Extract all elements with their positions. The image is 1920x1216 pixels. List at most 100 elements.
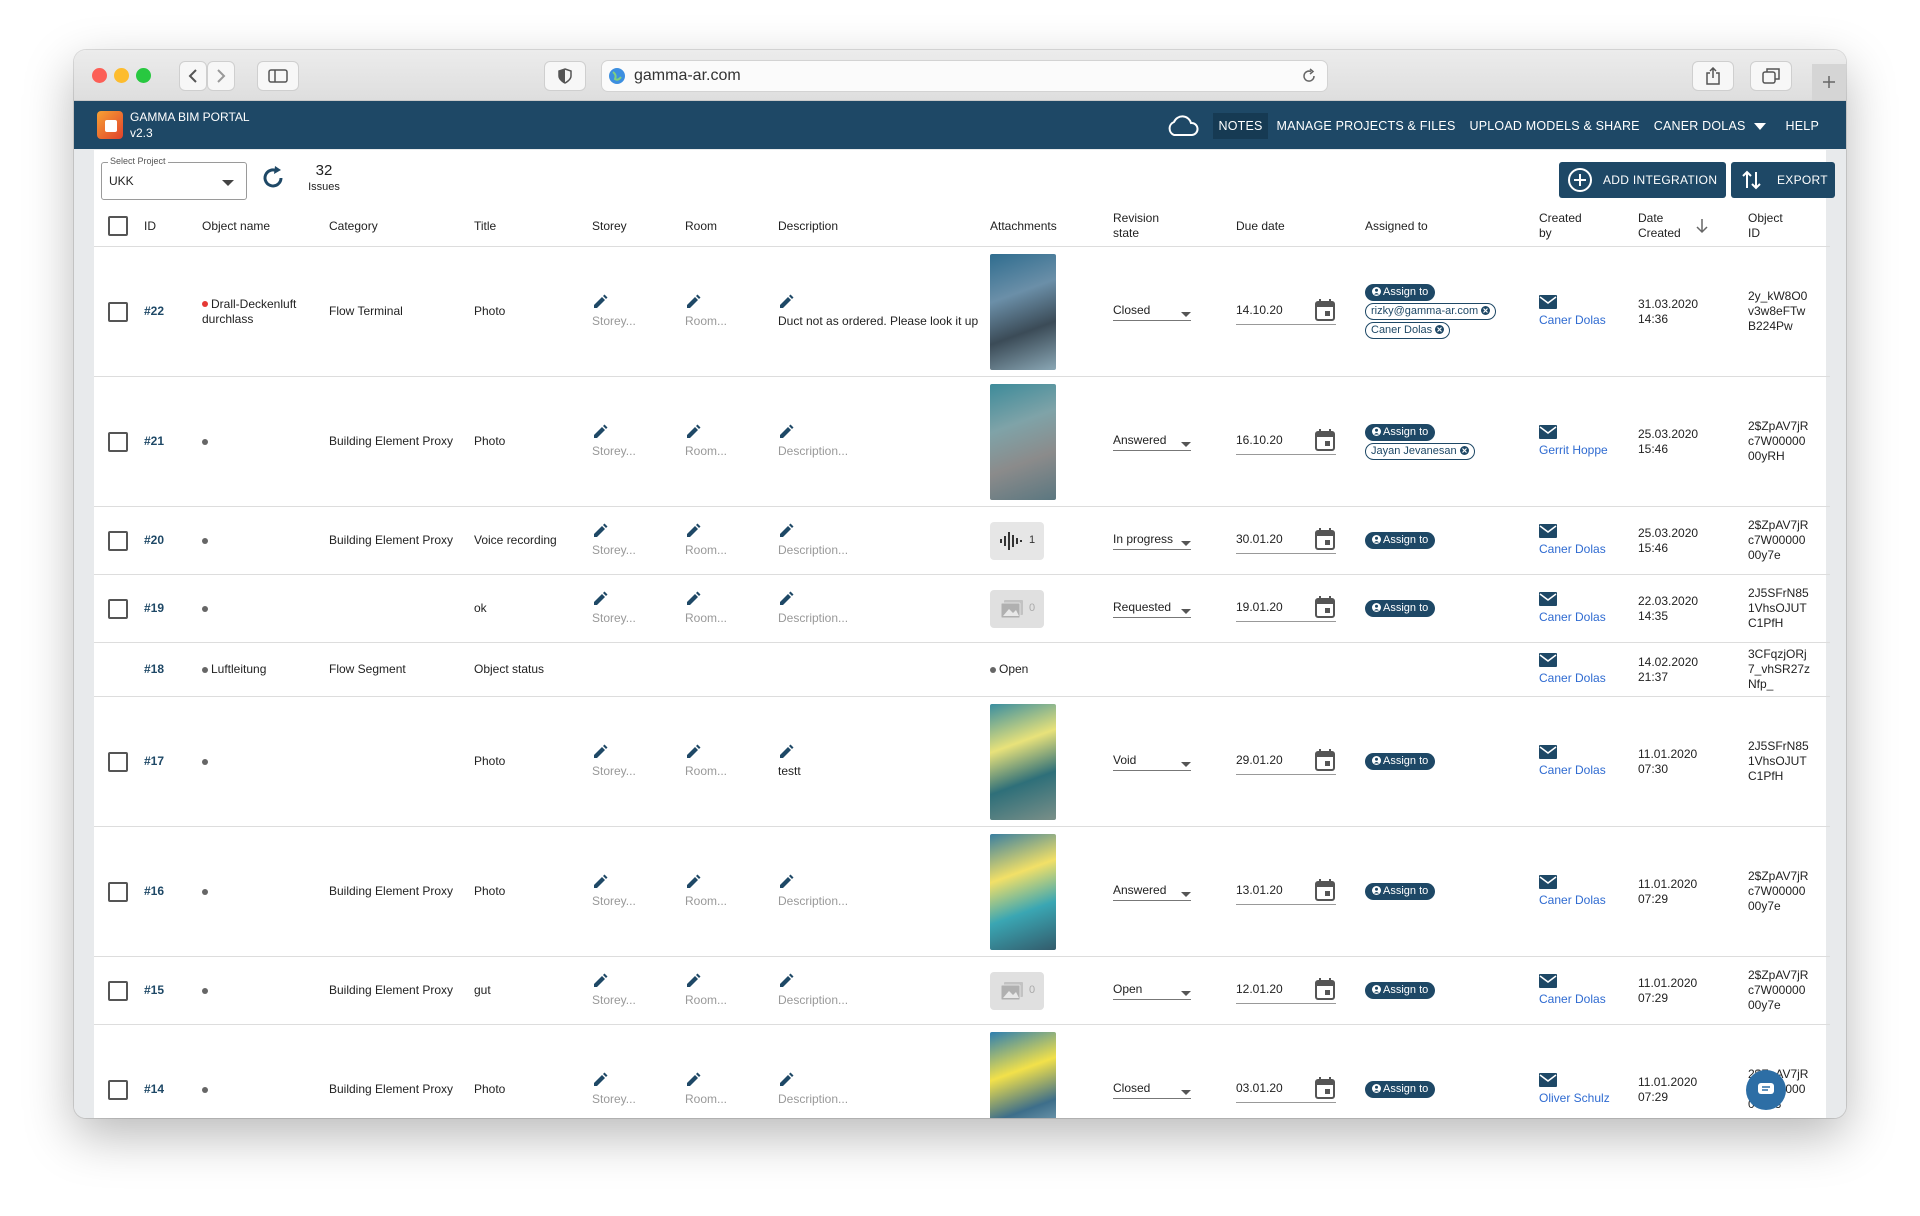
storey-cell[interactable]: Storey... bbox=[588, 376, 681, 507]
row-checkbox[interactable] bbox=[108, 751, 128, 772]
col-room[interactable]: Room bbox=[681, 206, 774, 247]
col-date-created[interactable]: Date Created bbox=[1634, 206, 1744, 247]
remove-tag-icon[interactable] bbox=[1459, 445, 1469, 455]
assign-to-button[interactable]: Assign to bbox=[1365, 883, 1436, 900]
row-checkbox[interactable] bbox=[108, 881, 128, 902]
due-date-field[interactable]: 16.10.20 bbox=[1236, 428, 1336, 455]
due-date-field[interactable]: 19.01.20 bbox=[1236, 595, 1336, 622]
attachment-thumbnail[interactable] bbox=[990, 703, 1056, 820]
table-row[interactable]: #14 Building Element Proxy Photo Storey... R… bbox=[94, 1024, 1830, 1118]
col-object-name[interactable]: Object name bbox=[198, 206, 325, 247]
creator-link[interactable]: Caner Dolas bbox=[1539, 671, 1606, 685]
row-checkbox[interactable] bbox=[108, 530, 128, 551]
mail-icon[interactable] bbox=[1539, 875, 1557, 889]
edit-storey-icon[interactable] bbox=[592, 523, 608, 539]
issue-id-link[interactable]: #22 bbox=[144, 304, 164, 318]
forward-button[interactable] bbox=[207, 61, 235, 91]
due-date-field[interactable]: 13.01.20 bbox=[1236, 878, 1336, 905]
mail-icon[interactable] bbox=[1539, 1073, 1557, 1087]
table-row[interactable]: #15 Building Element Proxy gut Storey... Roo… bbox=[94, 956, 1830, 1025]
project-select[interactable]: Select Project UKK bbox=[101, 156, 247, 200]
col-due-date[interactable]: Due date bbox=[1232, 206, 1361, 247]
edit-storey-icon[interactable] bbox=[592, 294, 608, 310]
edit-description-icon[interactable] bbox=[778, 424, 794, 440]
storey-cell[interactable]: Storey... bbox=[588, 1024, 681, 1118]
issue-id-link[interactable]: #14 bbox=[144, 1082, 164, 1096]
mail-icon[interactable] bbox=[1539, 653, 1557, 667]
audio-attachment-chip[interactable]: 1 bbox=[990, 521, 1044, 560]
col-title[interactable]: Title bbox=[470, 206, 588, 247]
close-window-button[interactable] bbox=[92, 68, 107, 83]
edit-description-icon[interactable] bbox=[778, 874, 794, 890]
row-checkbox[interactable] bbox=[108, 431, 128, 452]
room-cell[interactable]: Room... bbox=[681, 376, 774, 507]
calendar-icon[interactable] bbox=[1314, 977, 1336, 1001]
calendar-icon[interactable] bbox=[1314, 428, 1336, 452]
table-row[interactable]: #18 Luftleitung Flow Segment Object status O… bbox=[94, 642, 1830, 697]
col-attachments[interactable]: Attachments bbox=[986, 206, 1109, 247]
address-bar[interactable]: gamma-ar.com bbox=[601, 60, 1328, 92]
creator-link[interactable]: Caner Dolas bbox=[1539, 542, 1606, 556]
edit-storey-icon[interactable] bbox=[592, 591, 608, 607]
description-cell[interactable]: Description... bbox=[774, 506, 986, 575]
table-row[interactable]: #21 Building Element Proxy Photo Storey... R… bbox=[94, 376, 1830, 507]
calendar-icon[interactable] bbox=[1314, 298, 1336, 322]
issue-id-link[interactable]: #17 bbox=[144, 754, 164, 768]
issue-id-link[interactable]: #19 bbox=[144, 601, 164, 615]
mail-icon[interactable] bbox=[1539, 974, 1557, 988]
due-date-field[interactable]: 03.01.20 bbox=[1236, 1076, 1336, 1103]
nav-notes[interactable]: NOTES bbox=[1213, 112, 1268, 139]
chat-button[interactable] bbox=[1746, 1070, 1786, 1110]
revision-state-select[interactable]: Open bbox=[1113, 982, 1191, 1000]
edit-room-icon[interactable] bbox=[685, 424, 701, 440]
issue-id-link[interactable]: #21 bbox=[144, 434, 164, 448]
reload-icon[interactable] bbox=[1301, 68, 1317, 84]
refresh-icon[interactable] bbox=[259, 164, 287, 192]
tabs-overview-button[interactable] bbox=[1750, 61, 1792, 91]
edit-room-icon[interactable] bbox=[685, 744, 701, 760]
edit-description-icon[interactable] bbox=[778, 1072, 794, 1088]
description-cell[interactable]: Duct not as ordered. Please look it up bbox=[774, 246, 986, 377]
nav-help[interactable]: HELP bbox=[1781, 113, 1824, 139]
edit-description-icon[interactable] bbox=[778, 744, 794, 760]
description-cell[interactable]: Description... bbox=[774, 574, 986, 643]
edit-description-icon[interactable] bbox=[778, 523, 794, 539]
calendar-icon[interactable] bbox=[1314, 527, 1336, 551]
col-description[interactable]: Description bbox=[774, 206, 986, 247]
assign-to-button[interactable]: Assign to bbox=[1365, 532, 1436, 549]
edit-room-icon[interactable] bbox=[685, 1072, 701, 1088]
room-cell[interactable]: Room... bbox=[681, 956, 774, 1025]
storey-cell[interactable]: Storey... bbox=[588, 506, 681, 575]
calendar-icon[interactable] bbox=[1314, 748, 1336, 772]
storey-cell[interactable]: Storey... bbox=[588, 826, 681, 957]
col-id[interactable]: ID bbox=[140, 206, 198, 247]
attachment-thumbnail[interactable] bbox=[990, 1031, 1056, 1118]
edit-storey-icon[interactable] bbox=[592, 744, 608, 760]
room-cell[interactable]: Room... bbox=[681, 246, 774, 377]
room-cell[interactable]: Room... bbox=[681, 1024, 774, 1118]
description-cell[interactable]: Description... bbox=[774, 376, 986, 507]
revision-state-select[interactable]: Closed bbox=[1113, 303, 1191, 321]
cloud-icon[interactable] bbox=[1165, 114, 1199, 137]
issue-id-link[interactable]: #18 bbox=[144, 662, 164, 676]
col-storey[interactable]: Storey bbox=[588, 206, 681, 247]
attachment-thumbnail[interactable] bbox=[990, 253, 1056, 370]
storey-cell[interactable]: Storey... bbox=[588, 574, 681, 643]
mail-icon[interactable] bbox=[1539, 295, 1557, 309]
table-row[interactable]: #19 ok Storey... Room... Description... 0 Requ… bbox=[94, 574, 1830, 643]
edit-description-icon[interactable] bbox=[778, 591, 794, 607]
add-integration-button[interactable]: ADD INTEGRATION bbox=[1559, 162, 1726, 198]
edit-room-icon[interactable] bbox=[685, 294, 701, 310]
back-button[interactable] bbox=[179, 61, 207, 91]
col-assigned-to[interactable]: Assigned to bbox=[1361, 206, 1535, 247]
edit-description-icon[interactable] bbox=[778, 294, 794, 310]
edit-room-icon[interactable] bbox=[685, 523, 701, 539]
description-cell[interactable]: testt bbox=[774, 696, 986, 827]
due-date-field[interactable]: 30.01.20 bbox=[1236, 527, 1336, 554]
assignee-tag[interactable]: rizky@gamma-ar.com bbox=[1365, 303, 1497, 320]
creator-link[interactable]: Caner Dolas bbox=[1539, 763, 1606, 777]
attachment-thumbnail[interactable] bbox=[990, 383, 1056, 500]
col-category[interactable]: Category bbox=[325, 206, 470, 247]
edit-room-icon[interactable] bbox=[685, 591, 701, 607]
edit-storey-icon[interactable] bbox=[592, 424, 608, 440]
